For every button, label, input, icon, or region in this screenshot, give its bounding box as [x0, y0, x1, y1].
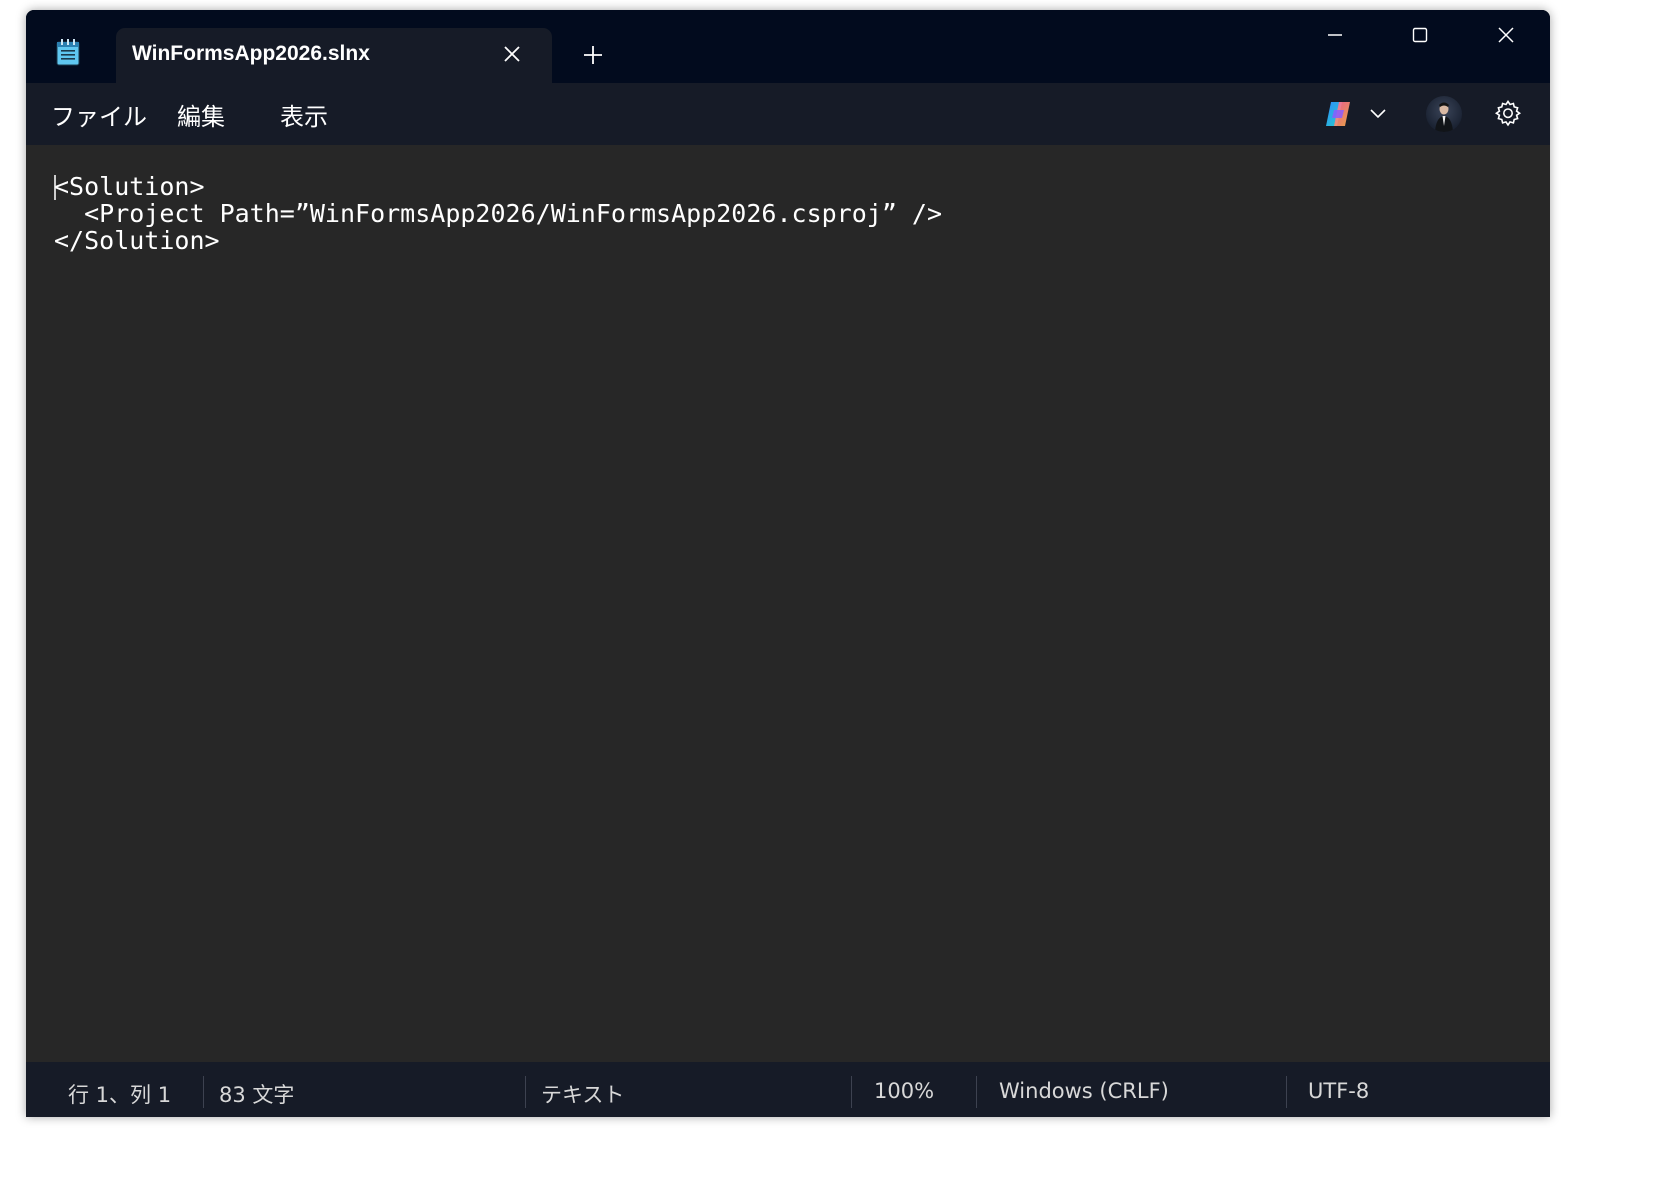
code-line: </Solution>: [54, 226, 220, 255]
avatar[interactable]: [1426, 96, 1462, 132]
notepad-icon: [56, 39, 80, 66]
menu-file[interactable]: ファイル: [51, 97, 147, 132]
person-icon: [1435, 102, 1453, 132]
status-char-count: 83 文字: [219, 1083, 295, 1107]
minimize-icon[interactable]: [1324, 24, 1346, 46]
editor-content[interactable]: <Solution> <Project Path=”WinFormsApp202…: [54, 173, 942, 254]
maximize-icon[interactable]: [1409, 24, 1431, 46]
text-editor[interactable]: <Solution> <Project Path=”WinFormsApp202…: [26, 145, 1550, 1062]
status-format[interactable]: テキスト: [541, 1079, 624, 1109]
plus-icon[interactable]: [582, 44, 604, 66]
menu-edit[interactable]: 編集: [177, 97, 225, 132]
status-bar: 行 1、列 1 83 文字 テキスト 100% Windows (CRLF) U…: [26, 1062, 1550, 1117]
status-cursor-position: 行 1、列 1: [68, 1083, 172, 1107]
tab-title: WinFormsApp2026.slnx: [132, 42, 370, 65]
status-divider: [851, 1076, 852, 1108]
status-divider: [203, 1076, 204, 1108]
close-icon[interactable]: [1495, 24, 1517, 46]
code-line: <Solution>: [54, 172, 205, 201]
menu-view[interactable]: 表示: [280, 97, 328, 132]
status-divider: [525, 1076, 526, 1108]
notepad-window: WinFormsApp2026.slnx ファイル 編集 表示 <Solutio…: [26, 10, 1550, 1117]
gear-icon[interactable]: [1493, 98, 1523, 128]
close-icon[interactable]: [501, 43, 523, 65]
code-line: <Project Path=”WinFormsApp2026/WinFormsA…: [54, 199, 943, 228]
status-encoding[interactable]: UTF-8: [1308, 1079, 1369, 1103]
title-bar: WinFormsApp2026.slnx: [26, 10, 1550, 84]
status-line-ending[interactable]: Windows (CRLF): [999, 1079, 1169, 1103]
status-zoom[interactable]: 100%: [874, 1079, 934, 1103]
status-divider: [976, 1076, 977, 1108]
tab-document[interactable]: WinFormsApp2026.slnx: [116, 28, 552, 84]
chevron-down-icon[interactable]: [1369, 106, 1387, 122]
copilot-icon[interactable]: [1322, 98, 1354, 130]
menu-bar: ファイル 編集 表示: [26, 83, 1550, 145]
status-divider: [1286, 1076, 1287, 1108]
